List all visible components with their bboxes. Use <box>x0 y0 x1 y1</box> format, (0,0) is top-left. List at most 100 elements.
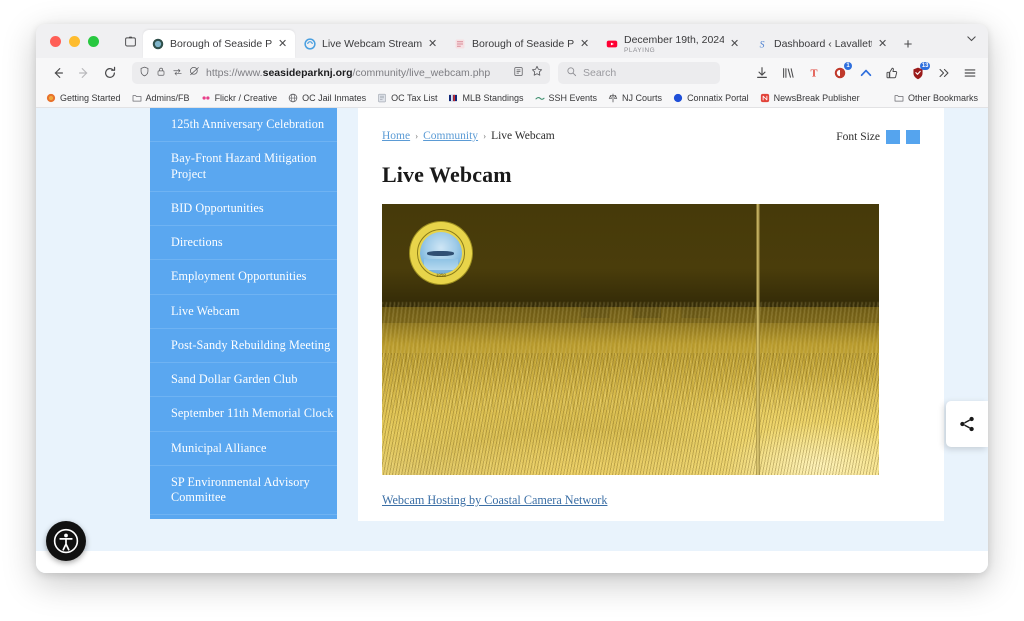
lock-icon[interactable] <box>156 64 166 82</box>
tab-4[interactable]: S Dashboard ‹ Lavallette-Seaside ✕ <box>747 30 895 58</box>
svg-text:T: T <box>810 69 817 80</box>
accessibility-widget-button[interactable] <box>46 521 86 561</box>
library-icon[interactable] <box>779 65 796 82</box>
reader-view-icon[interactable] <box>513 64 524 82</box>
back-button[interactable] <box>46 61 70 85</box>
sidebar-item-sand-dollar-garden-club[interactable]: Sand Dollar Garden Club <box>150 363 337 398</box>
bookmark-getting-started[interactable]: Getting Started <box>46 93 121 103</box>
bookmark-nj-courts[interactable]: NJ Courts <box>608 93 662 103</box>
tab-favicon-wordpress-s: S <box>756 38 768 50</box>
breadcrumb-link-home[interactable]: Home <box>382 130 410 142</box>
forward-button[interactable] <box>72 61 96 85</box>
bookmark-newsbreak-publisher[interactable]: NewsBreak Publisher <box>760 93 860 103</box>
tab-3[interactable]: December 19th, 2024 Seaside P PLAYING ✕ <box>597 30 747 58</box>
shield-icon[interactable] <box>139 64 150 82</box>
font-size-decrease-button[interactable] <box>886 130 900 144</box>
search-icon <box>566 64 577 82</box>
tab-title: Borough of Seaside Park, NJ | D <box>472 37 574 50</box>
app-menu-icon[interactable] <box>961 65 978 82</box>
bookmark-label: MLB Standings <box>462 92 524 103</box>
tab-close-button[interactable]: ✕ <box>730 38 740 50</box>
search-bar[interactable]: Search <box>558 62 720 84</box>
sidebar-item-employment-opportunities[interactable]: Employment Opportunities <box>150 260 337 295</box>
font-size-control: Font Size <box>836 130 920 144</box>
tab-favicon-blue-circle <box>304 38 316 50</box>
tab-close-button[interactable]: ✕ <box>428 38 438 50</box>
todoist-icon[interactable]: T <box>805 65 822 82</box>
reload-button[interactable] <box>98 61 122 85</box>
sidebar-item-september-11th-memorial-clock[interactable]: September 11th Memorial Clock <box>150 397 337 432</box>
browser-window: Borough of Seaside Park, NJ ✕ Live Webca… <box>36 24 988 573</box>
tab-close-button[interactable]: ✕ <box>878 38 888 50</box>
close-window-button[interactable] <box>50 35 61 47</box>
overflow-chevrons-icon[interactable] <box>935 65 952 82</box>
tab-favicon-globe-dark <box>152 38 164 50</box>
bookmark-oc-tax-list[interactable]: OC Tax List <box>377 93 437 103</box>
breadcrumb-link-community[interactable]: Community <box>423 130 478 142</box>
site-sidebar-nav: 125th Anniversary Celebration Bay-Front … <box>150 108 337 519</box>
extension-red-icon[interactable]: 1 <box>831 61 852 82</box>
bookmark-label: Admins/FB <box>145 92 190 103</box>
bookmark-label: Flickr / Creative <box>214 92 278 103</box>
extension-shield-icon[interactable]: 13 <box>909 61 930 82</box>
tab-1[interactable]: Live Webcam Streaming Servic ✕ <box>295 30 445 58</box>
page-title: Live Webcam <box>382 162 512 187</box>
minimize-window-button[interactable] <box>69 35 80 47</box>
proxy-icon[interactable] <box>172 64 183 82</box>
sidebar-item-post-sandy-rebuilding-meeting[interactable]: Post-Sandy Rebuilding Meeting <box>150 329 337 363</box>
page-content-area: 125th Anniversary Celebration Bay-Front … <box>80 108 944 551</box>
sidebar-item-label: Sand Dollar Garden Club <box>171 372 298 386</box>
chevron-down-icon[interactable] <box>965 32 978 50</box>
maximize-window-button[interactable] <box>88 35 99 47</box>
thumbs-up-icon[interactable] <box>883 65 900 82</box>
sidebar-item-bid-opportunities[interactable]: BID Opportunities <box>150 192 337 226</box>
other-bookmarks-button[interactable]: Other Bookmarks <box>894 93 978 103</box>
sidebar-item-live-webcam[interactable]: Live Webcam <box>150 295 337 329</box>
sidebar-item-label: 125th Anniversary Celebration <box>171 117 325 131</box>
connatix-icon <box>673 93 683 103</box>
bookmark-admins-fb[interactable]: Admins/FB <box>132 93 190 103</box>
sidebar-item-municipal-alliance[interactable]: Municipal Alliance <box>150 432 337 466</box>
list-all-tabs-icon[interactable] <box>117 24 143 58</box>
breadcrumb-separator: › <box>415 131 419 141</box>
new-tab-button[interactable]: + <box>895 30 921 58</box>
tab-close-button[interactable]: ✕ <box>580 38 590 50</box>
sidebar-item-125th-anniversary-celebration[interactable]: 125th Anniversary Celebration <box>150 108 337 143</box>
share-widget-button[interactable] <box>946 401 988 447</box>
address-bar[interactable]: https://www.seasideparknj.org/community/… <box>132 62 550 84</box>
sidebar-item-bay-front-hazard-mitigation-project[interactable]: Bay-Front Hazard Mitigation Project <box>150 142 337 192</box>
flickr-icon <box>201 93 211 103</box>
bookmark-oc-jail-inmates[interactable]: OC Jail Inmates <box>288 93 366 103</box>
newsbreak-icon <box>760 93 770 103</box>
bookmark-label: Connatix Portal <box>687 92 749 103</box>
bookmark-ssh-events[interactable]: SSH Events <box>534 93 597 103</box>
tab-0[interactable]: Borough of Seaside Park, NJ ✕ <box>143 30 295 58</box>
tab-2[interactable]: Borough of Seaside Park, NJ | D ✕ <box>445 30 597 58</box>
webcam-hosting-credit-link[interactable]: Webcam Hosting by Coastal Camera Network <box>382 493 607 508</box>
bookmark-mlb-standings[interactable]: MLB Standings <box>448 92 524 103</box>
sidebar-item-sp-environmental-advisory-committee[interactable]: SP Environmental Advisory Committee <box>150 466 337 516</box>
tracking-protection-icon[interactable] <box>189 64 200 82</box>
sidebar-item-label: Live Webcam <box>171 303 240 318</box>
bookmark-label: OC Tax List <box>391 92 438 103</box>
bookmark-star-icon[interactable] <box>531 64 543 82</box>
caret-up-icon[interactable] <box>857 65 874 82</box>
sidebar-item-label: Municipal Alliance <box>171 440 267 455</box>
sidebar-item-directions[interactable]: Directions <box>150 226 337 261</box>
search-input[interactable]: Search <box>583 67 616 79</box>
bookmark-connatix-portal[interactable]: Connatix Portal <box>673 93 749 103</box>
tab-strip: Borough of Seaside Park, NJ ✕ Live Webca… <box>36 24 988 58</box>
tab-close-button[interactable]: ✕ <box>278 38 288 50</box>
window-traffic-lights <box>46 24 105 58</box>
downloads-icon[interactable] <box>753 65 770 82</box>
folder-icon <box>132 93 142 103</box>
borough-seal-year: 1898 <box>435 273 446 279</box>
bookmark-flickr-creative[interactable]: Flickr / Creative <box>201 92 278 103</box>
bookmarks-bar: Getting Started Admins/FB Flickr / Creat… <box>36 88 988 108</box>
borough-seal-ring <box>416 228 465 277</box>
breadcrumb-current: Live Webcam <box>491 130 555 142</box>
tab-title: Live Webcam Streaming Servic <box>322 37 422 50</box>
font-size-increase-button[interactable] <box>906 130 920 144</box>
main-content-card: Home › Community › Live Webcam Font Size… <box>358 108 944 521</box>
live-webcam-image[interactable]: 1898 <box>382 204 879 475</box>
